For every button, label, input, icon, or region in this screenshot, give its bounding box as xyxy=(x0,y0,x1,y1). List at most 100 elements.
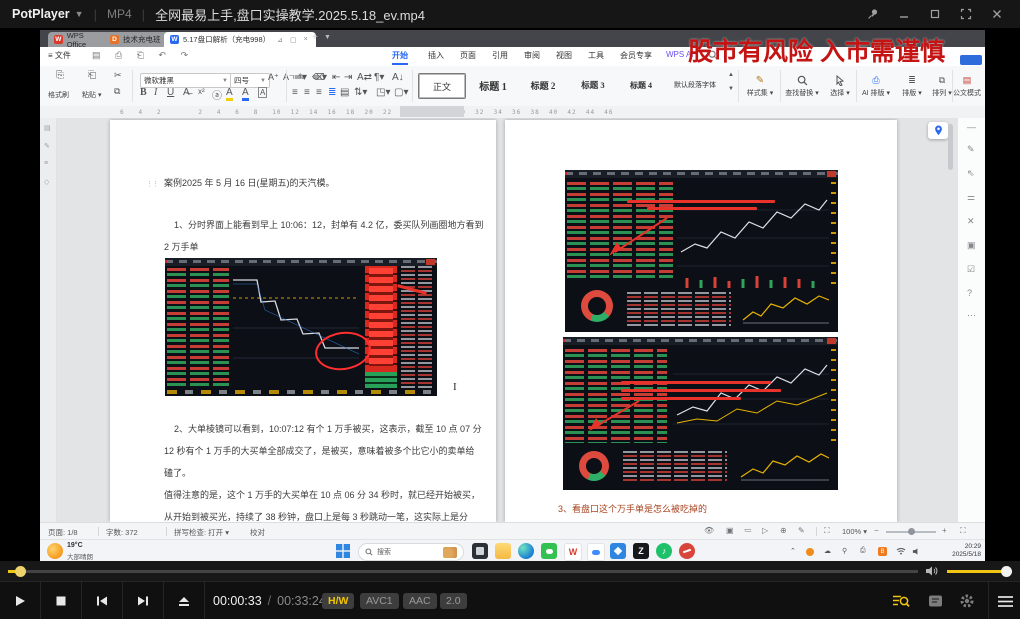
menu-review[interactable]: 审阅 xyxy=(524,50,540,61)
shading-icon[interactable]: ◳▾ xyxy=(376,87,390,98)
menu-page[interactable]: 页面 xyxy=(460,50,476,61)
style-set-button[interactable]: ✎ 样式集 ▾ xyxy=(742,70,778,102)
taskbar-clock[interactable]: 20:29 2025/5/18 xyxy=(933,543,981,559)
video-display[interactable]: W WPS Office D 技术充电班 W 5.17盘口解析（充电998） ⊿… xyxy=(0,28,1020,561)
video-codec-badge[interactable]: AVC1 xyxy=(360,593,399,609)
checkbox-icon[interactable]: ▣ xyxy=(967,240,976,251)
edge-browser-button[interactable] xyxy=(518,543,534,559)
zoom-in-icon[interactable]: + xyxy=(942,526,947,535)
menu-member[interactable]: 会员专享 xyxy=(620,50,652,61)
tab-more-icon[interactable]: ▢ xyxy=(290,36,297,44)
bullet-list-icon[interactable]: ≔▾ xyxy=(292,72,307,83)
tray-expand-icon[interactable]: ⌃ xyxy=(790,547,796,555)
find-replace-button[interactable]: 查找替换 ▾ xyxy=(784,70,820,102)
zoom-level[interactable]: 100% ▾ xyxy=(842,527,867,536)
start-button[interactable] xyxy=(336,544,350,558)
number-list-icon[interactable]: ≕▾ xyxy=(312,72,327,83)
message-log-button[interactable] xyxy=(920,582,950,619)
menu-insert[interactable]: 插入 xyxy=(428,50,444,61)
fullscreen-icon[interactable] xyxy=(955,5,977,23)
style-body[interactable]: 正文 xyxy=(418,73,466,99)
document-page-2[interactable]: 3、看盘口这个万手单是怎么被吃掉的 xyxy=(505,120,897,522)
audio-channels-badge[interactable]: 2.0 xyxy=(440,593,467,609)
close-icon[interactable] xyxy=(986,5,1008,23)
more-icon[interactable]: ⋯ xyxy=(967,310,976,321)
tray-display-icon[interactable]: ⎙ xyxy=(860,547,866,555)
wps-office-button[interactable]: W xyxy=(564,543,582,561)
paste-button[interactable]: 粘贴 ▾ xyxy=(82,90,101,100)
volume-tray-icon[interactable] xyxy=(912,547,921,556)
select-button[interactable]: 选择 ▾ xyxy=(822,70,858,102)
tray-b-app-icon[interactable]: B xyxy=(878,547,887,556)
file-explorer-button[interactable] xyxy=(495,543,511,559)
paste-icon[interactable]: ⎗ xyxy=(88,70,96,81)
italic-button[interactable]: I xyxy=(154,87,157,98)
app-menu-caret-icon[interactable]: ▼ xyxy=(75,9,84,19)
maximize-icon[interactable] xyxy=(924,5,946,23)
justify-icon[interactable]: ≣ xyxy=(328,87,336,98)
ink-icon[interactable]: ✎ xyxy=(798,526,805,535)
open-file-button[interactable] xyxy=(164,582,205,619)
style-heading3[interactable]: 标题 3 xyxy=(572,73,614,97)
align-center-icon[interactable]: ≡ xyxy=(304,87,310,98)
font-name-select[interactable]: 微软雅黑▼ xyxy=(140,73,232,88)
eye-icon[interactable]: 👁 xyxy=(704,526,714,535)
file-menu[interactable]: ≡ 文件 xyxy=(48,50,71,61)
settings-sliders-icon[interactable]: ⚌ xyxy=(967,192,975,203)
style-heading1[interactable]: 标题 1 xyxy=(472,73,514,97)
menu-tools[interactable]: 工具 xyxy=(588,50,604,61)
zoom-out-icon[interactable]: − xyxy=(874,526,879,535)
play-button[interactable] xyxy=(0,582,41,619)
style-default-font[interactable]: 默认段落字体 xyxy=(666,73,724,97)
bold-button[interactable]: B xyxy=(140,87,147,98)
increase-font-icon[interactable]: A⁺ xyxy=(268,72,279,83)
tab-active-document[interactable]: W 5.17盘口解析（充电998） ⊿ ▢ × xyxy=(164,32,316,47)
play-view-icon[interactable]: ▷ xyxy=(762,526,768,535)
underline-button[interactable]: U xyxy=(167,87,174,98)
line-break-icon[interactable]: ¶▾ xyxy=(374,72,384,83)
seek-thumb[interactable] xyxy=(15,566,26,577)
strikethrough-button[interactable]: A̶ xyxy=(183,87,190,98)
line-spacing-icon[interactable]: ⇅▾ xyxy=(354,87,367,98)
outline-view-icon[interactable]: ≔ xyxy=(744,526,752,535)
minimize-icon[interactable] xyxy=(893,5,915,23)
settings-button[interactable] xyxy=(952,582,982,619)
quick-access-toolbar[interactable]: ▤ ⎙ ⎗ ↶ ↷ xyxy=(92,50,194,61)
tab-list-caret-icon[interactable]: ▼ xyxy=(324,34,331,41)
taskbar-search[interactable]: 搜索 xyxy=(358,543,464,561)
stop-button[interactable] xyxy=(41,582,82,619)
word-count[interactable]: 字数: 372 xyxy=(106,527,138,538)
hw-decoder-badge[interactable]: H/W xyxy=(322,593,354,609)
zoom-slider-thumb[interactable] xyxy=(908,528,915,535)
vertical-scrollbar[interactable] xyxy=(948,124,953,170)
music-app-button[interactable]: ♪ xyxy=(656,543,672,559)
cloud-app-button[interactable] xyxy=(587,543,605,561)
volume-thumb[interactable] xyxy=(1001,566,1012,577)
photos-app-button[interactable] xyxy=(610,543,626,559)
z-app-button[interactable]: Z xyxy=(633,543,649,559)
playlist-search-button[interactable] xyxy=(886,582,916,619)
sort-icon[interactable]: A↓ xyxy=(392,72,404,83)
app-menu-button[interactable]: PotPlayer xyxy=(12,7,70,21)
phonetic-button[interactable]: ⓐ xyxy=(212,87,222,102)
help-icon[interactable]: ? xyxy=(967,288,972,298)
menu-home[interactable]: 开始 xyxy=(392,50,408,65)
tab-doc2[interactable]: D 技术充电班 xyxy=(104,32,170,47)
cut-icon[interactable]: ✂ xyxy=(114,70,122,81)
seek-bar[interactable] xyxy=(8,570,918,573)
previous-button[interactable] xyxy=(82,582,123,619)
increase-indent-icon[interactable]: ⇥ xyxy=(344,72,352,83)
style-heading4[interactable]: 标题 4 xyxy=(620,73,662,97)
wifi-icon[interactable] xyxy=(896,547,906,555)
weather-temp[interactable]: 19°C xyxy=(67,542,83,549)
bookmark-icon[interactable]: ✎ xyxy=(44,142,50,150)
page-indicator[interactable]: 页面: 1/8 xyxy=(48,527,78,538)
style-heading2[interactable]: 标题 2 xyxy=(522,73,564,97)
align-left-icon[interactable]: ≡ xyxy=(292,87,298,98)
new-tab-button[interactable]: + xyxy=(312,32,318,43)
border-icon[interactable]: ▢▾ xyxy=(394,87,408,98)
bookmark-pin-button[interactable] xyxy=(928,122,948,139)
decrease-indent-icon[interactable]: ⇤ xyxy=(332,72,340,83)
fit-page-icon[interactable]: ⛶ xyxy=(824,526,830,536)
comment-pane-icon[interactable]: ◇ xyxy=(44,178,49,186)
